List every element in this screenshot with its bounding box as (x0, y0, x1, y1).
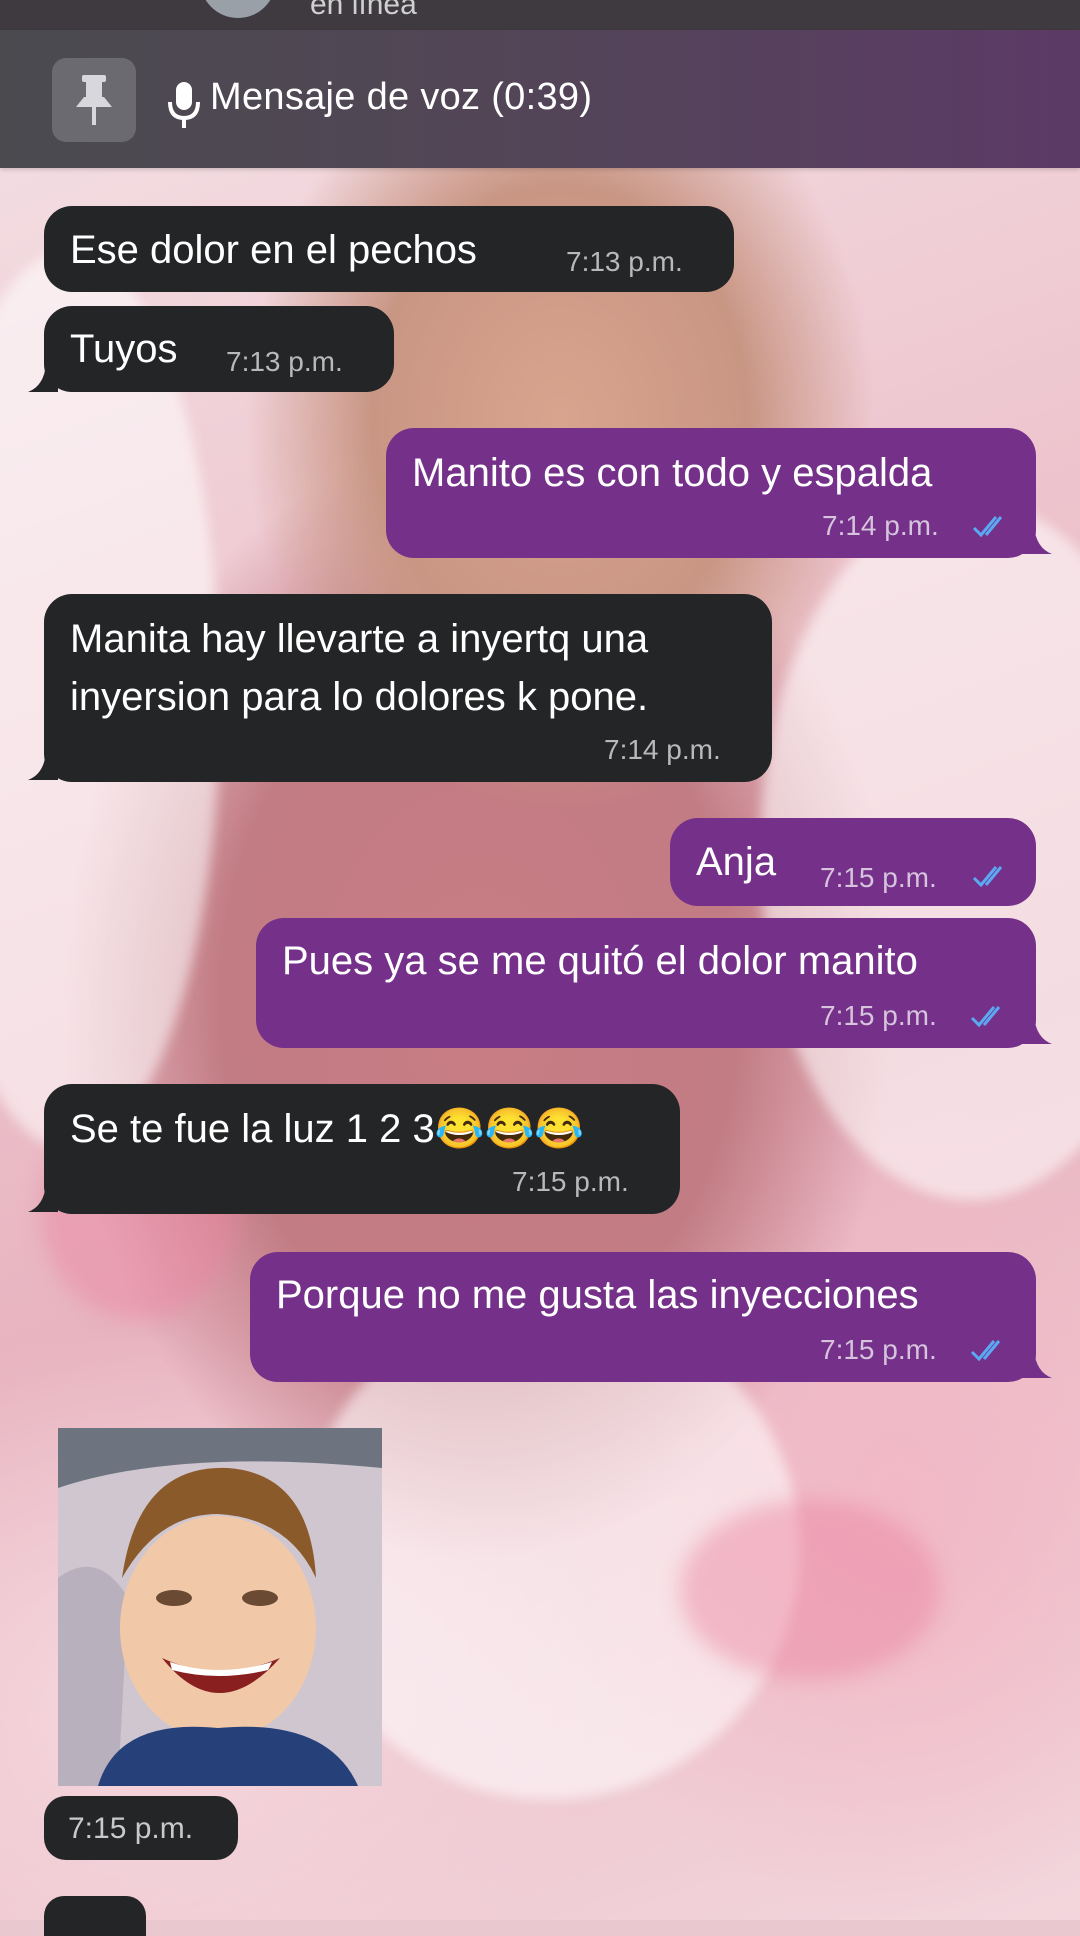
double-check-icon (970, 1006, 1001, 1028)
wallpaper-blotch (680, 1500, 940, 1680)
pin-button[interactable] (52, 58, 136, 142)
message-time: 7:13 p.m. (226, 346, 343, 377)
message-time: 7:15 p.m. (68, 1812, 194, 1845)
message-bubble-incoming-partial[interactable] (44, 1896, 146, 1936)
bubble-tail (28, 1184, 58, 1212)
message-time: 7:14 p.m. (604, 734, 721, 765)
contact-status: en línea (310, 0, 417, 21)
image-timestamp-pill: 7:15 p.m. (44, 1796, 238, 1860)
message-time: 7:13 p.m. (566, 246, 683, 277)
message-bubble-incoming[interactable]: Manita hay llevarte a inyertq una inyers… (44, 594, 772, 782)
contact-avatar[interactable] (200, 0, 276, 18)
bubble-tail (28, 364, 58, 392)
message-time: 7:15 p.m. (820, 862, 937, 893)
chat-header: en línea (0, 0, 1080, 30)
message-bubble-outgoing[interactable]: Porque no me gusta las inyecciones 7:15 … (250, 1252, 1036, 1382)
bubble-tail (1022, 1350, 1052, 1378)
message-text: Anja (696, 840, 777, 884)
message-time: 7:15 p.m. (820, 1000, 937, 1031)
message-text: Porque no me gusta las inyecciones (276, 1273, 919, 1317)
message-text: Se te fue la luz 1 2 3😂😂😂 (70, 1107, 585, 1151)
message-text: Manito es con todo y espalda (412, 451, 933, 495)
pinned-message-bar[interactable]: Mensaje de voz (0:39) (0, 30, 1080, 168)
pin-icon (76, 75, 112, 125)
message-text: Ese dolor en el pechos (70, 228, 477, 272)
bubble-tail (1022, 526, 1052, 554)
image-message[interactable] (58, 1428, 382, 1786)
message-bubble-incoming[interactable]: Se te fue la luz 1 2 3😂😂😂 7:15 p.m. (44, 1084, 680, 1214)
message-time: 7:15 p.m. (512, 1166, 629, 1197)
message-text-line: inyersion para lo dolores k pone. (70, 675, 649, 719)
message-text: Tuyos (70, 327, 178, 371)
message-bubble-outgoing[interactable]: Anja 7:15 p.m. (670, 818, 1036, 906)
message-time: 7:14 p.m. (822, 510, 939, 541)
message-bubble-outgoing[interactable]: Manito es con todo y espalda 7:14 p.m. (386, 428, 1036, 558)
message-text: Pues ya se me quitó el dolor manito (282, 939, 918, 983)
message-bubble-incoming[interactable]: Tuyos 7:13 p.m. (44, 306, 394, 392)
bubble-tail (28, 752, 58, 780)
message-time: 7:15 p.m. (820, 1334, 937, 1365)
message-bubble-outgoing[interactable]: Pues ya se me quitó el dolor manito 7:15… (256, 918, 1036, 1048)
double-check-icon (972, 866, 1003, 888)
double-check-icon (970, 1340, 1001, 1362)
microphone-icon (168, 82, 200, 128)
pinned-message-label: Mensaje de voz (0:39) (210, 76, 593, 118)
laughing-child-image (58, 1428, 382, 1786)
message-text-line: Manita hay llevarte a inyertq una (70, 617, 649, 661)
bubble-tail (1022, 1016, 1052, 1044)
double-check-icon (972, 516, 1003, 538)
message-bubble-incoming[interactable]: Ese dolor en el pechos 7:13 p.m. (44, 206, 734, 292)
